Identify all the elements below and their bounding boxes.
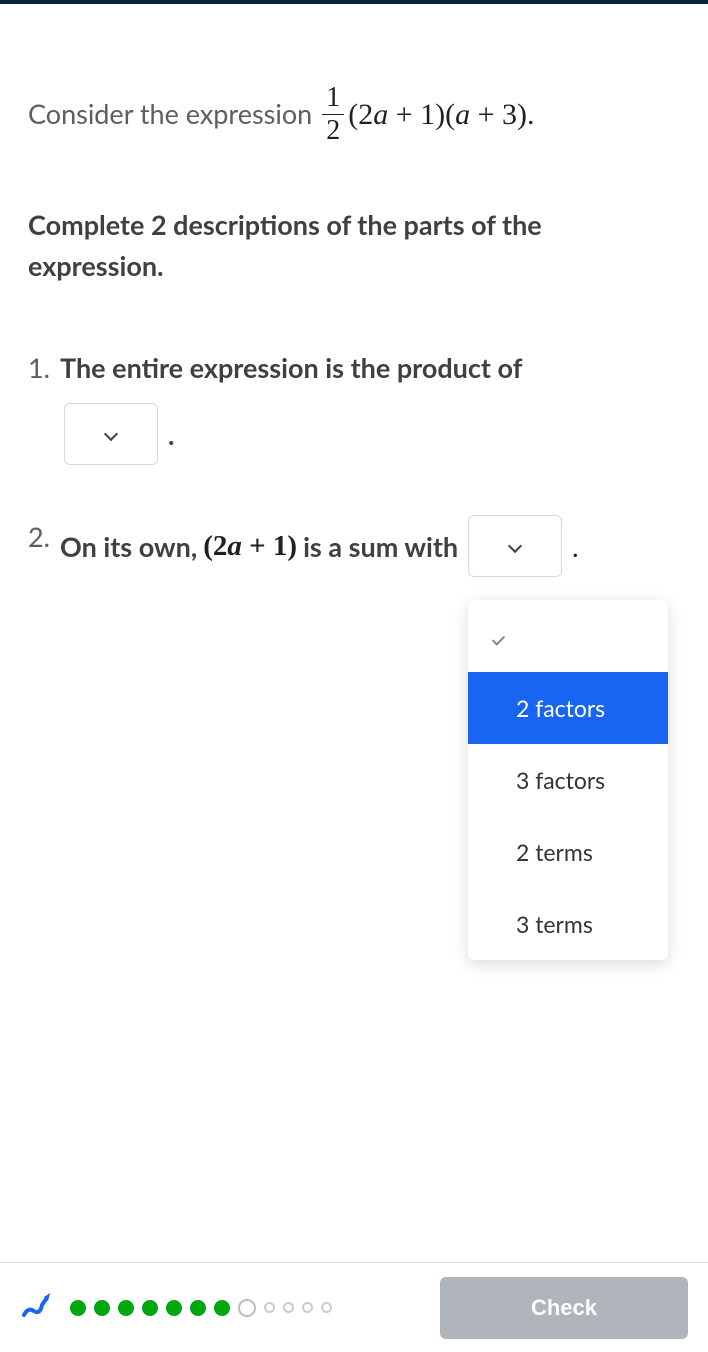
progress-dot-current [238,1299,256,1317]
option-3-factors[interactable]: 3 factors [468,744,668,816]
q1-period: . [168,413,174,456]
chevron-down-icon [104,427,118,441]
denominator: 2 [322,115,344,145]
option-2-terms[interactable]: 2 terms [468,816,668,888]
question-2: 2. On its own, (2a + 1) is a sum with . [60,515,680,577]
q1-text: The entire expression is the product of [60,351,522,384]
dropdown-menu: 2 factors 3 factors 2 terms 3 terms [468,600,668,960]
progress-dot-empty [302,1302,313,1313]
question-list: 1. The entire expression is the product … [28,346,680,577]
progress-dot-filled [166,1300,182,1316]
progress-dot-filled [142,1300,158,1316]
progress-dot-filled [214,1300,230,1316]
numerator: 1 [322,84,344,115]
progress-dot-empty [264,1302,275,1313]
q2-suffix: is a sum with [303,525,458,568]
q2-dropdown[interactable] [468,515,562,577]
question-1: 1. The entire expression is the product … [60,346,680,465]
progress-dot-empty [321,1302,332,1313]
q2-period: . [572,525,578,568]
q1-dropdown[interactable] [64,403,158,465]
progress-dot-filled [94,1300,110,1316]
option-empty[interactable] [468,600,668,672]
check-button[interactable]: Check [440,1277,688,1339]
q2-prefix: On its own, [60,525,197,568]
scratchpad-icon[interactable] [20,1291,54,1325]
intro-prefix: Consider the expression [28,94,312,135]
footer-bar: Check [0,1262,708,1352]
check-icon [492,626,512,646]
chevron-down-icon [508,539,522,553]
prompt-text: Complete 2 descriptions of the parts of … [28,205,680,286]
progress-dot-filled [70,1300,86,1316]
progress-dot-empty [283,1302,294,1313]
q2-number: 2. [28,515,50,558]
math-expression: 1 2 (2a + 1)(a + 3). [318,84,534,145]
fraction: 1 2 [322,84,344,145]
progress-dot-filled [118,1300,134,1316]
progress-dots [70,1299,332,1317]
intro-expression: Consider the expression 1 2 (2a + 1)(a +… [28,84,680,145]
option-3-terms[interactable]: 3 terms [468,888,668,960]
footer-left [20,1291,332,1325]
q2-math: (2a + 1) [203,523,297,569]
progress-dot-filled [190,1300,206,1316]
main-content: Consider the expression 1 2 (2a + 1)(a +… [0,4,708,577]
expression-factors: (2a + 1)(a + 3). [348,92,534,137]
option-2-factors[interactable]: 2 factors [468,672,668,744]
q1-number: 1. [28,346,50,389]
